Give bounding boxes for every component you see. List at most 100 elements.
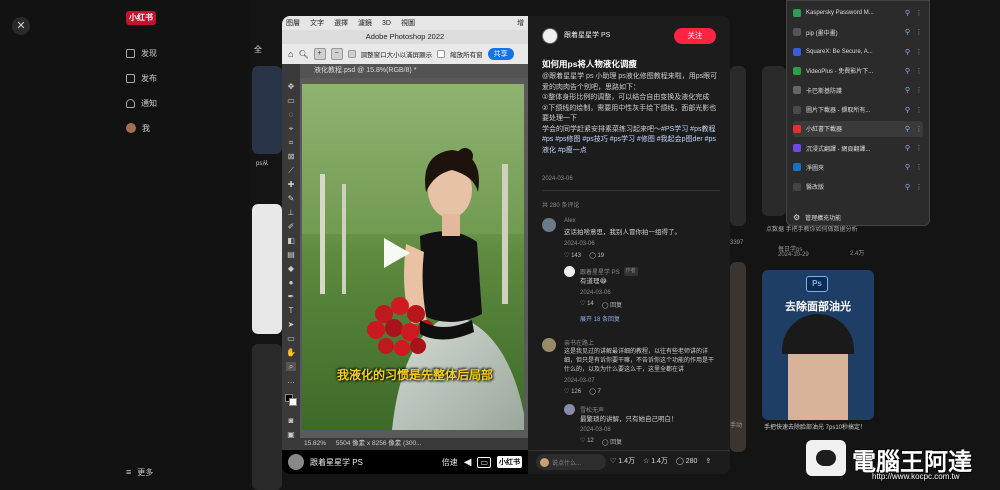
pin-icon[interactable]: ⚲	[905, 144, 910, 152]
more-options-icon[interactable]: ⋮	[915, 125, 923, 133]
comment-text: 有道理😂	[580, 278, 608, 285]
feed-card-meta: 手动	[730, 423, 743, 429]
video-player[interactable]: 图層 文字 選擇 濾鏡 3D 視圖 增 Adobe Photoshop 2022…	[282, 16, 528, 474]
watermark-mascot	[806, 440, 846, 476]
play-icon[interactable]	[384, 238, 410, 268]
pin-icon[interactable]: ⚲	[905, 48, 910, 56]
pin-icon[interactable]: ⚲	[905, 183, 910, 191]
commenter-name[interactable]: 亲书在路上	[564, 338, 594, 347]
comment-icon: ◯	[589, 389, 596, 395]
comment-date: 2024-03-07	[564, 378, 595, 384]
reply-action[interactable]: ◯ 回复	[602, 437, 622, 446]
extension-item[interactable]: SquareX: Be Secure, A... ⚲ ⋮	[793, 44, 923, 60]
nav-me[interactable]: 我	[126, 121, 150, 135]
comment-icon: ◯	[675, 458, 684, 465]
volume-icon[interactable]: ◀	[464, 457, 472, 468]
comment-button[interactable]: ◯ 280	[676, 457, 697, 465]
more-options-icon[interactable]: ⋮	[915, 86, 923, 94]
reply-action[interactable]: ◯ 7	[589, 388, 601, 395]
nav-label: 发布	[141, 73, 157, 83]
pin-icon[interactable]: ⚲	[905, 28, 910, 36]
feed-card[interactable]	[762, 66, 786, 216]
commenter-avatar[interactable]	[564, 266, 575, 277]
heart-icon: ♡	[564, 253, 570, 259]
more-options-icon[interactable]: ⋮	[915, 163, 923, 171]
more-options-icon[interactable]: ⋮	[915, 9, 923, 17]
author-avatar[interactable]	[542, 28, 558, 44]
like-action[interactable]: ♡ 126	[564, 388, 581, 395]
feed-card[interactable]	[252, 344, 282, 490]
ps-menu-item: 图層	[286, 20, 300, 27]
commenter-avatar[interactable]	[542, 218, 556, 232]
share-icon[interactable]: ⇪	[705, 457, 711, 465]
extension-item[interactable]: 卡巴斯基防護 ⚲ ⋮	[793, 82, 923, 98]
xiaohongshu-logo[interactable]: 小红书	[126, 11, 156, 25]
checkbox-icon	[347, 50, 356, 58]
note-tags[interactable]: #PS学习 #ps教程	[661, 126, 715, 133]
commenter-avatar[interactable]	[542, 338, 556, 352]
feed-card[interactable]	[730, 66, 746, 226]
pip-icon[interactable]: ▭	[477, 456, 491, 468]
author-avatar[interactable]	[288, 454, 304, 470]
commenter-name[interactable]: Alex	[564, 218, 576, 224]
pin-icon[interactable]: ⚲	[905, 125, 910, 133]
nav-more[interactable]: ≡ 更多	[126, 465, 153, 479]
comment-input[interactable]: 说点什么...	[536, 454, 606, 470]
mascot-face	[816, 450, 836, 466]
pin-icon[interactable]: ⚲	[905, 86, 910, 94]
avatar-icon	[126, 123, 136, 133]
extension-item[interactable]: Kaspersky Password M... ⚲ ⋮	[793, 5, 923, 21]
extension-item[interactable]: 淨圖夾 ⚲ ⋮	[793, 159, 923, 175]
manage-extensions[interactable]: ⚙ 管理擴充功能	[793, 209, 923, 225]
nav-notifications[interactable]: 通知	[126, 96, 157, 110]
more-options-icon[interactable]: ⋮	[915, 144, 923, 152]
nav-discover[interactable]: 发现	[126, 46, 157, 60]
extension-item[interactable]: 沉浸式翻譯 - 網頁翻譯... ⚲ ⋮	[793, 140, 923, 156]
more-options-icon[interactable]: ⋮	[915, 106, 923, 114]
more-options-icon[interactable]: ⋮	[915, 48, 923, 56]
pin-icon[interactable]: ⚲	[905, 163, 910, 171]
extension-item[interactable]: pip (畫中畫) ⚲ ⋮	[793, 24, 923, 40]
pin-icon[interactable]: ⚲	[905, 67, 910, 75]
extension-item[interactable]: VideoPlus - 免費影片下... ⚲ ⋮	[793, 63, 923, 79]
close-icon[interactable]: ✕	[12, 17, 30, 35]
follow-button[interactable]: 关注	[674, 28, 716, 44]
note-paragraph: ①整体身形比例的调整，可以结合自由变换及液化完成	[542, 94, 710, 101]
more-options-icon[interactable]: ⋮	[915, 67, 923, 75]
reply-action[interactable]: ◯ 19	[589, 252, 604, 259]
like-action[interactable]: ♡ 14	[580, 300, 594, 309]
extension-item[interactable]: 醫改版 ⚲ ⋮	[793, 179, 923, 195]
like-button[interactable]: ♡ 1.4万	[610, 456, 635, 466]
note-tags[interactable]: #ps #ps修图 #ps技巧 #ps学习 #修图 #我起会p图der #ps液…	[542, 135, 720, 156]
feed-card-oil[interactable]: Ps 去除面部油光	[762, 270, 874, 420]
extension-item[interactable]: 小紅書下載器 ⚲ ⋮	[793, 120, 923, 137]
extension-item[interactable]: 圖片下載器 - 擷取所有... ⚲ ⋮	[793, 102, 923, 118]
more-options-icon[interactable]: ⋮	[915, 28, 923, 36]
extension-icon	[793, 163, 801, 172]
nav-publish[interactable]: 发布	[126, 71, 157, 85]
reply-action[interactable]: ◯ 回复	[602, 300, 622, 309]
blur-tool-icon: ◆	[287, 264, 295, 273]
like-count: 126	[571, 389, 582, 395]
quick-mask-icon: ◙	[288, 416, 294, 425]
pin-icon[interactable]: ⚲	[905, 106, 910, 114]
author-name[interactable]: 跟着星星学 PS	[564, 31, 610, 42]
brush-tool-icon: ✎	[287, 194, 295, 203]
more-options-icon[interactable]: ⋮	[915, 183, 923, 191]
feed-card[interactable]	[252, 204, 282, 334]
collect-button[interactable]: ☆ 1.4万	[643, 456, 668, 466]
chip-all[interactable]: 全	[254, 44, 262, 55]
commenter-name[interactable]: 跟着星星学 PS	[580, 267, 620, 276]
pin-icon[interactable]: ⚲	[905, 9, 910, 17]
feed-card[interactable]	[252, 66, 282, 154]
like-action[interactable]: ♡ 12	[580, 437, 594, 446]
zoom-tool-icon: ⌕	[286, 362, 296, 371]
ps-toolbar: ✥ ▭ ◌ ⌖ ⌗ ⊠ ⟋ ✚ ✎ ⊥ ✐ ◧ ▤ ◆ ● ✒ T ➤ ▭ ✋ …	[282, 64, 300, 450]
like-action[interactable]: ♡ 143	[564, 252, 581, 259]
speed-button[interactable]: 倍速	[442, 457, 458, 468]
more-tools-icon: …	[287, 376, 295, 385]
commenter-avatar[interactable]	[564, 404, 575, 415]
commenter-name[interactable]: 雪松无声	[580, 405, 604, 414]
comment-total: 280	[685, 458, 698, 465]
expand-replies-link[interactable]: 展开 18 条回复	[580, 314, 620, 323]
